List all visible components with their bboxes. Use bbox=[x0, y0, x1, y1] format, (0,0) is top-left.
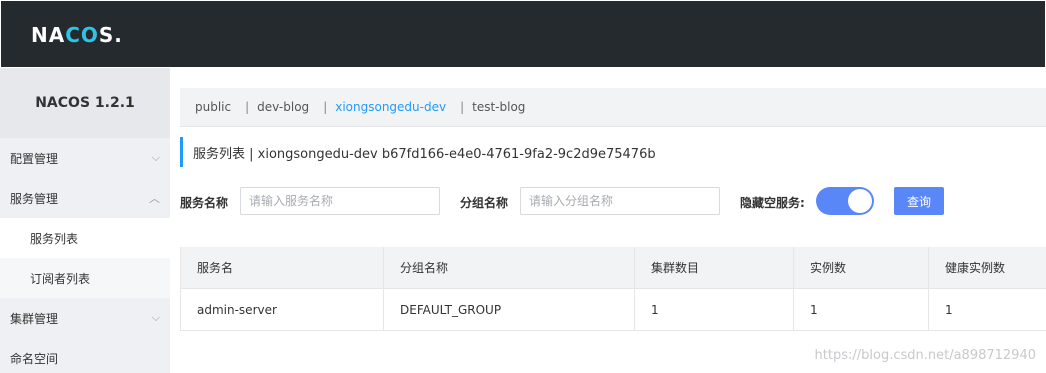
sidebar-item-label: 集群管理 bbox=[10, 311, 59, 326]
table-header-cell: 分组名称 bbox=[383, 247, 634, 288]
table-cell: 1 bbox=[793, 289, 928, 330]
table-cell: 1 bbox=[928, 289, 1046, 330]
sidebar-item-label: 服务管理 bbox=[10, 191, 59, 206]
page-title: 服务列表 | xiongsongedu-dev b67fd166-e4e0-47… bbox=[180, 137, 656, 167]
namespace-test-blog[interactable]: test-blog bbox=[472, 100, 525, 114]
top-header: NACOS. bbox=[0, 0, 1046, 68]
query-button[interactable]: 查询 bbox=[894, 187, 944, 215]
namespace-bar: public | dev-blog | xiongsongedu-dev | t… bbox=[180, 88, 1046, 127]
service-name-input[interactable] bbox=[240, 187, 440, 215]
table-cell: admin-server bbox=[180, 289, 383, 330]
namespace-separator: | bbox=[323, 100, 328, 114]
chevron-down-icon: ⌵ bbox=[151, 151, 160, 164]
sidebar-item-namespace[interactable]: 命名空间 bbox=[0, 338, 170, 373]
table-cell: DEFAULT_GROUP bbox=[383, 289, 634, 330]
chevron-up-icon: ︿ bbox=[149, 192, 160, 205]
table-header-cell: 集群数目 bbox=[634, 247, 793, 288]
group-name-input[interactable] bbox=[520, 187, 720, 215]
table-header-row: 服务名 分组名称 集群数目 实例数 健康实例数 bbox=[180, 247, 1046, 289]
hide-empty-toggle[interactable] bbox=[816, 187, 874, 215]
toggle-knob bbox=[848, 189, 872, 213]
namespace-xiongsongedu-dev[interactable]: xiongsongedu-dev bbox=[335, 100, 446, 114]
service-table: 服务名 分组名称 集群数目 实例数 健康实例数 admin-server DEF… bbox=[180, 247, 1046, 331]
sidebar-subitem-subscribers[interactable]: 订阅者列表 bbox=[0, 258, 170, 298]
service-name-label: 服务名称 bbox=[180, 196, 229, 210]
sidebar-item-label: 配置管理 bbox=[10, 151, 59, 166]
namespace-separator: | bbox=[460, 100, 465, 114]
sidebar: NACOS 1.2.1 配置管理 ⌵ 服务管理 ︿ 服务列表 订阅者列表 集群管… bbox=[0, 68, 170, 373]
hide-empty-label: 隐藏空服务: bbox=[740, 196, 805, 210]
sidebar-item-cluster[interactable]: 集群管理 ⌵ bbox=[0, 298, 170, 338]
table-row[interactable]: admin-server DEFAULT_GROUP 1 1 1 bbox=[180, 289, 1046, 331]
sidebar-item-label: 订阅者列表 bbox=[30, 271, 91, 286]
table-header-cell: 实例数 bbox=[793, 247, 928, 288]
table-header-cell: 健康实例数 bbox=[928, 247, 1046, 288]
sidebar-item-service[interactable]: 服务管理 ︿ bbox=[0, 178, 170, 218]
nacos-logo[interactable]: NACOS. bbox=[31, 23, 123, 47]
group-name-label: 分组名称 bbox=[460, 196, 509, 210]
table-cell: 1 bbox=[634, 289, 793, 330]
filter-form: 服务名称 分组名称 隐藏空服务: 查询 bbox=[180, 186, 1046, 216]
sidebar-subitem-service-list[interactable]: 服务列表 bbox=[0, 218, 170, 258]
namespace-separator: | bbox=[245, 100, 250, 114]
watermark: https://blog.csdn.net/a898712940 bbox=[814, 348, 1036, 363]
table-header-cell: 服务名 bbox=[180, 247, 383, 288]
chevron-down-icon: ⌵ bbox=[151, 311, 160, 324]
sidebar-item-label: 服务列表 bbox=[30, 231, 79, 246]
sidebar-item-label: 命名空间 bbox=[10, 351, 59, 366]
sidebar-version: NACOS 1.2.1 bbox=[0, 68, 170, 138]
namespace-dev-blog[interactable]: dev-blog bbox=[257, 100, 309, 114]
sidebar-item-config[interactable]: 配置管理 ⌵ bbox=[0, 138, 170, 178]
namespace-public[interactable]: public bbox=[195, 100, 231, 114]
